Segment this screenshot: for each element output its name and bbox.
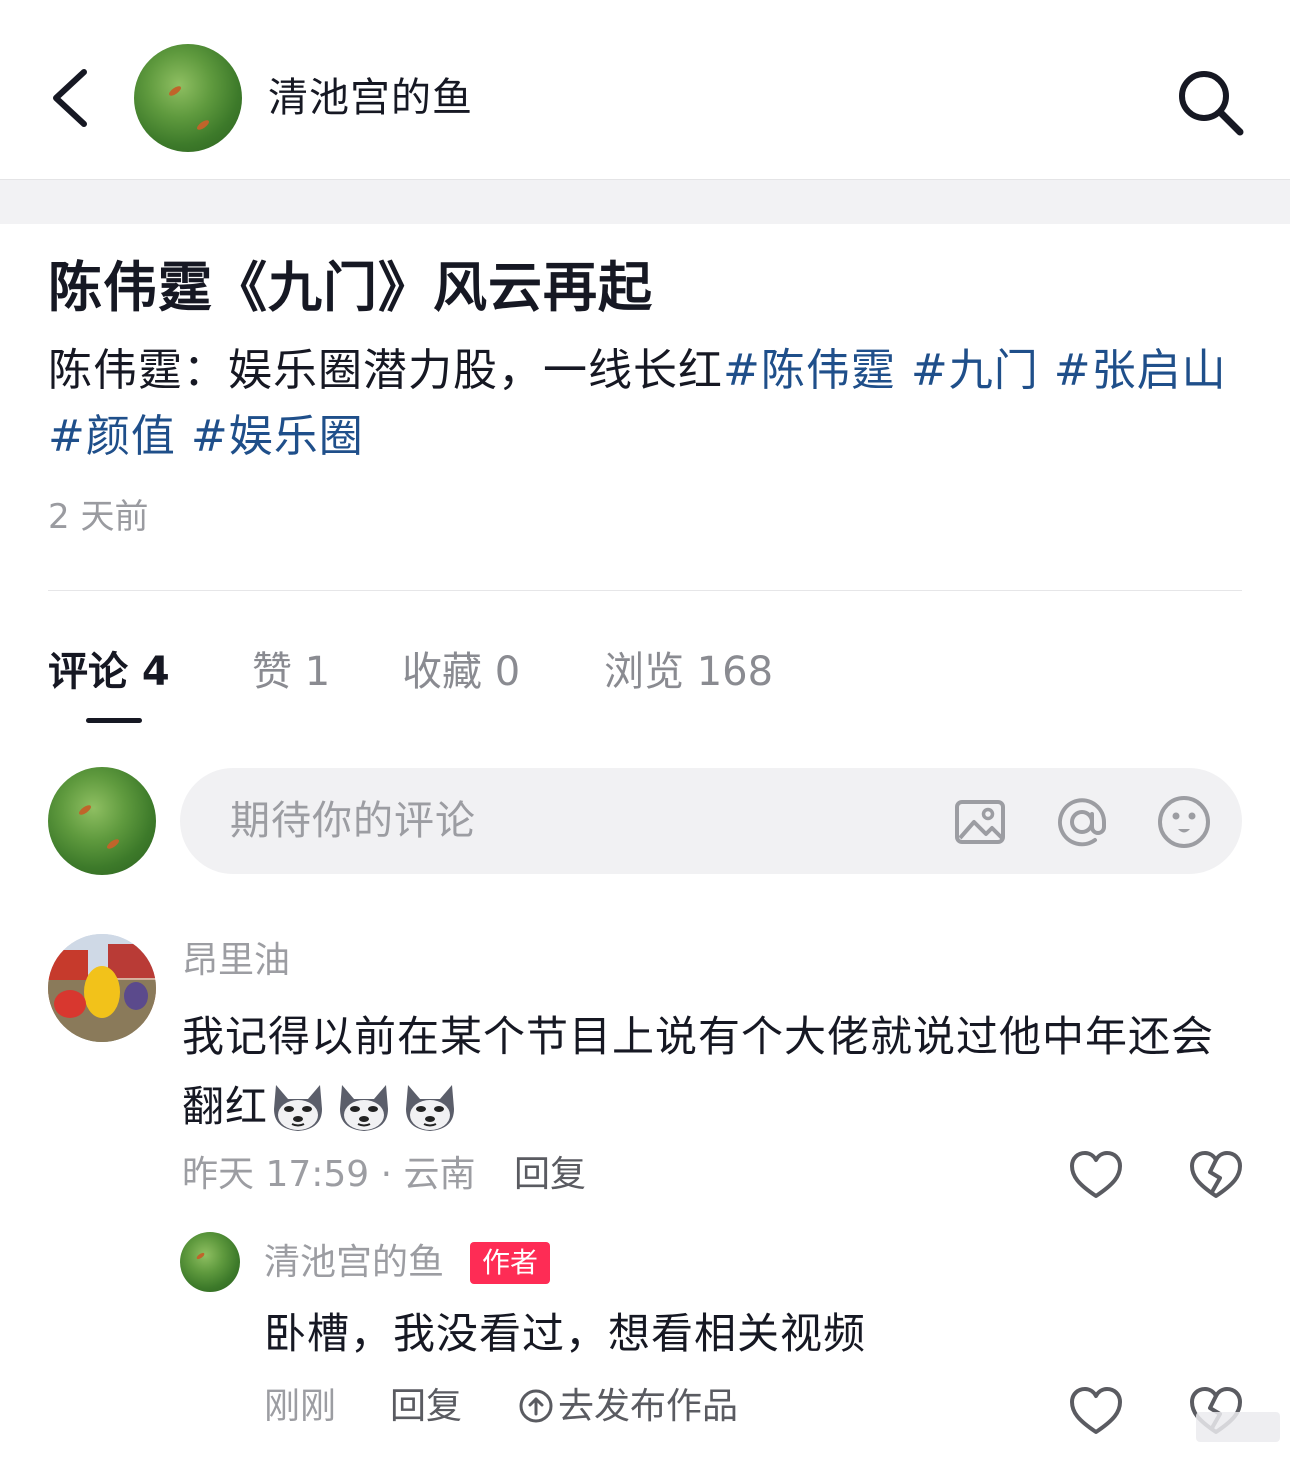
hashtag-link[interactable]: #陈伟霆 — [723, 345, 896, 396]
upload-icon — [519, 1389, 553, 1423]
comment-input-placeholder: 期待你的评论 — [230, 798, 476, 844]
reply-button[interactable]: 回复 — [514, 1150, 586, 1200]
heart-icon[interactable] — [1068, 1386, 1124, 1438]
avatar-decoration — [195, 1251, 206, 1261]
section-separator — [0, 180, 1290, 224]
search-icon — [1179, 71, 1244, 136]
author-badge: 作者 — [470, 1242, 551, 1284]
commenter-name[interactable]: 昂里油 — [182, 936, 290, 986]
post-description: 陈伟霆：娱乐圈潜力股，一线长红#陈伟霆 #九门 #张启山 #颜值 #娱乐圈 — [48, 338, 1238, 470]
broken-heart-icon[interactable] — [1188, 1150, 1244, 1202]
emoji-icon[interactable] — [1156, 794, 1212, 850]
publish-work-label: 去发布作品 — [558, 1386, 739, 1427]
active-tab-indicator — [86, 718, 142, 723]
tab-comments[interactable]: 评论 4 — [48, 644, 170, 700]
back-button[interactable] — [40, 58, 110, 138]
top-bar: 清池宫的鱼 — [0, 0, 1290, 180]
avatar-decoration — [77, 803, 93, 817]
watermark — [1196, 1412, 1280, 1442]
post-detail-page: 清池宫的鱼 陈伟霆《九门》风云再起 陈伟霆：娱乐圈潜力股，一线长红#陈伟霆 #九… — [0, 0, 1290, 1457]
comment-text: 我记得以前在某个节目上说有个大佬就说过他中年还会 翻红 — [182, 1002, 1252, 1142]
divider — [48, 590, 1242, 591]
post-body-text: 陈伟霆：娱乐圈潜力股，一线长红 — [48, 345, 723, 396]
reply-text: 卧槽，我没看过，想看相关视频 — [264, 1309, 867, 1358]
husky-emoji-icon — [340, 1085, 389, 1131]
replier-avatar[interactable] — [180, 1232, 240, 1292]
avatar-decoration — [105, 837, 121, 851]
tab-likes[interactable]: 赞 1 — [252, 644, 330, 700]
heart-icon[interactable] — [1068, 1150, 1124, 1202]
reply-timestamp: 刚刚 — [264, 1386, 337, 1427]
hashtag-link[interactable]: #颜值 — [48, 411, 176, 462]
avatar-decoration — [195, 118, 211, 132]
search-button[interactable] — [1170, 62, 1250, 142]
comment-text-line: 我记得以前在某个节目上说有个大佬就说过他中年还会 — [182, 1012, 1215, 1061]
hashtag-link[interactable]: #张启山 — [1054, 345, 1227, 396]
hashtag-link[interactable]: #娱乐圈 — [191, 411, 364, 462]
tab-favorites[interactable]: 收藏 0 — [402, 644, 520, 700]
author-avatar[interactable] — [134, 44, 242, 152]
post-title: 陈伟霆《九门》风云再起 — [48, 256, 653, 319]
post-timestamp: 2 天前 — [48, 497, 149, 537]
tab-views[interactable]: 浏览 168 — [604, 644, 773, 700]
husky-emoji-icon — [406, 1085, 455, 1131]
commenter-avatar[interactable] — [48, 934, 156, 1042]
comment-input[interactable]: 期待你的评论 — [180, 768, 1242, 874]
at-icon[interactable] — [1054, 794, 1110, 850]
author-name[interactable]: 清池宫的鱼 — [268, 70, 473, 126]
chevron-left-icon — [53, 69, 87, 127]
husky-emoji-icon — [274, 1085, 323, 1131]
current-user-avatar — [48, 767, 156, 875]
hashtag-link[interactable]: #九门 — [911, 345, 1039, 396]
reply-button[interactable]: 回复 — [390, 1382, 462, 1432]
replier-name[interactable]: 清池宫的鱼 — [264, 1238, 444, 1288]
publish-work-button[interactable]: 去发布作品 — [518, 1382, 738, 1432]
avatar-decoration — [167, 84, 183, 98]
comment-text-line: 翻红 — [182, 1082, 269, 1131]
avatar-image — [48, 934, 156, 1042]
image-icon[interactable] — [952, 794, 1008, 850]
comment-time-location: 昨天 17:59 · 云南 — [182, 1154, 476, 1195]
